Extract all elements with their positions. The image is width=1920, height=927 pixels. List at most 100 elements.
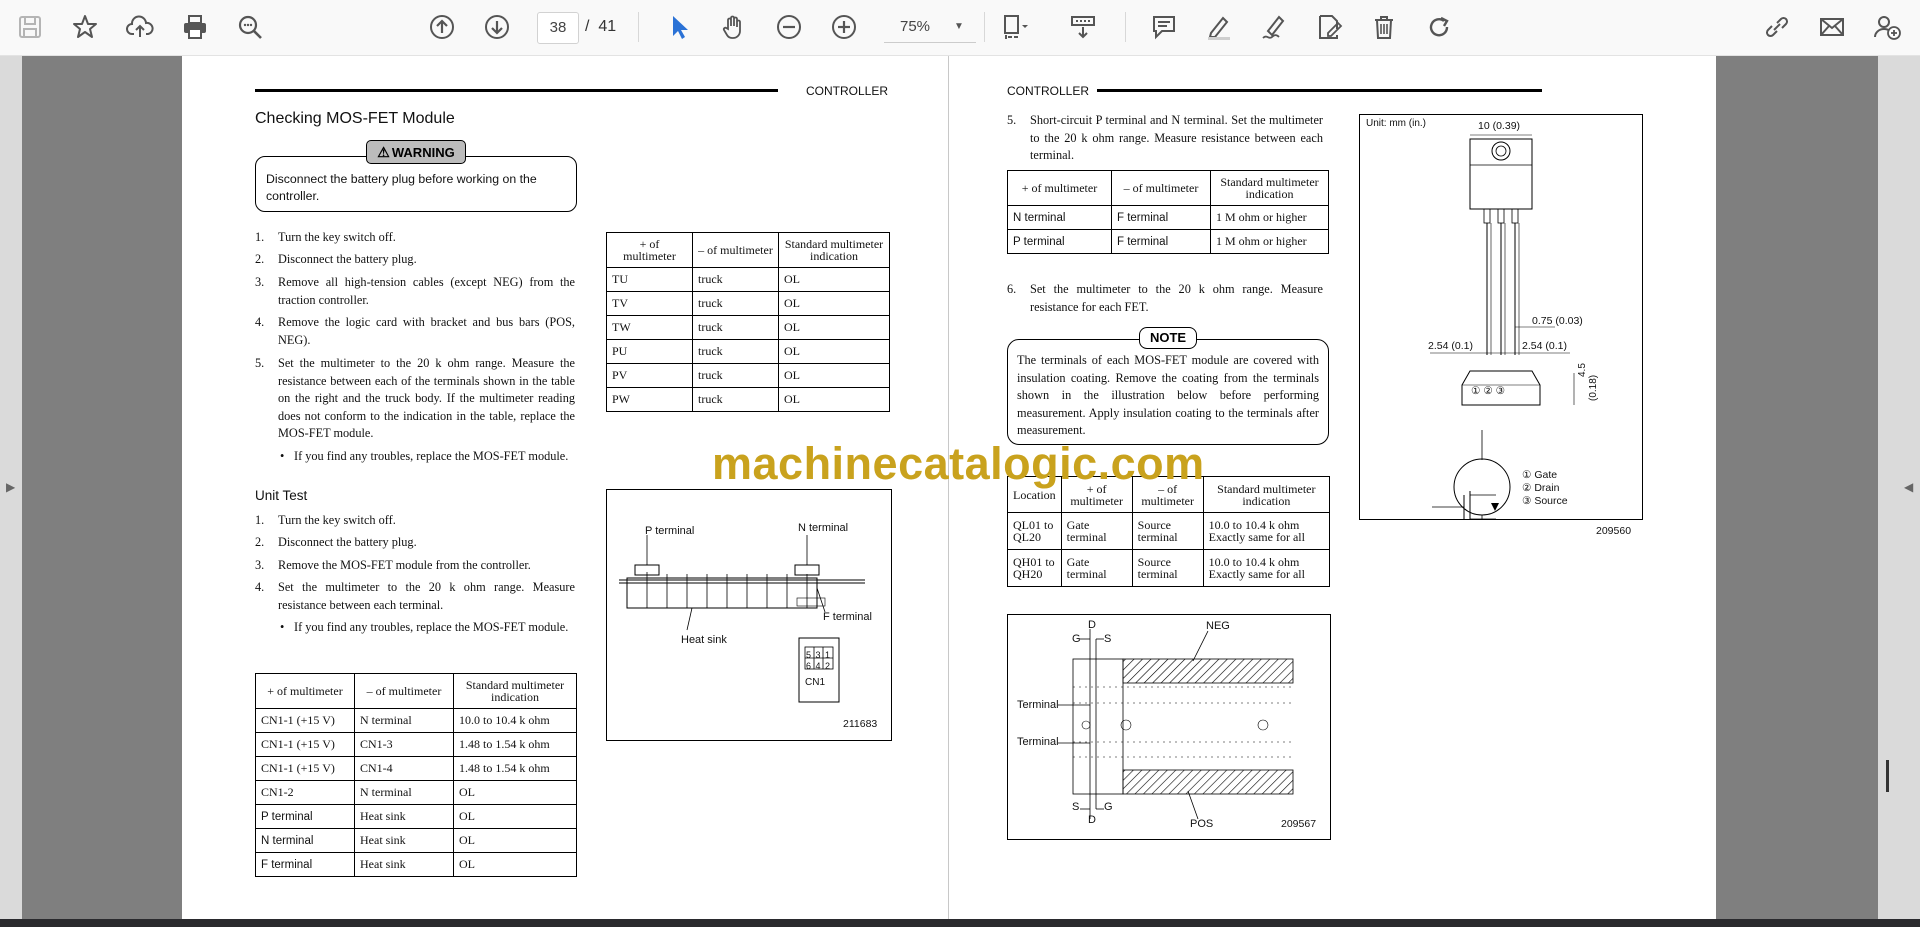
dim-height-inch-label: (0.18) [1588,374,1599,401]
step-item: 5. Short-circuit P terminal and N termina… [1007,113,1323,162]
page-fit-icon[interactable] [997,10,1031,44]
cn1-label: CN1 [805,677,826,688]
table-header: – of multimeter [354,673,454,709]
step-item: 1. Turn the key switch off. [255,513,396,527]
drain-legend: ② Drain [1522,482,1560,494]
source-bottom-label: S [1072,801,1080,813]
delete-trash-icon[interactable] [1367,10,1401,44]
step-item: 4. Set the multimeter to the 20 k ohm ran… [255,580,575,612]
toolbar-divider [1125,12,1126,42]
unit-test-title: Unit Test [255,488,308,503]
warning-label: WARNING [391,144,455,160]
heat-sink-label: Heat sink [681,634,727,646]
step-item: 3. Remove the MOS-FET module from the con… [255,558,531,572]
page-header: CONTROLLER [806,84,889,98]
terminal-truck-table: + of multimeter – of multimeter Standard… [606,232,890,412]
source-top-label: S [1104,633,1112,645]
short-circuit-table: + of multimeter – of multimeter Standard… [1007,170,1329,254]
table-row: CN1-2 N terminal OL [255,780,577,805]
table-row: PV truck OL [606,363,890,388]
warning-text: Disconnect the battery plug before worki… [266,172,537,203]
scroll-mode-icon[interactable] [1066,10,1100,44]
dim-height-label: 4.5 [1577,363,1588,377]
next-page-icon[interactable] [480,10,514,44]
note-badge: NOTE [1139,327,1197,349]
email-icon[interactable] [1815,10,1849,44]
add-user-icon[interactable] [1870,10,1904,44]
step-item: 6. Set the multimeter to the 20 k ohm ran… [1007,282,1323,314]
table-row: QL01 to QL20 Gate terminal Source terminal… [1007,512,1331,550]
p-terminal-label: P terminal [645,525,695,537]
step-item: 4. Remove the logic card with bracket and… [255,315,575,347]
zoom-out-icon[interactable] [772,10,806,44]
terminal-label: Terminal [1017,699,1059,711]
fet-package-figure: Unit: mm (in.) 10 (0.39) 0.75 (0.03) 2.5… [1359,114,1643,537]
table-header: + of multimeter [255,673,355,709]
toolbar-divider [984,12,985,42]
unit-label: Unit: mm (in.) [1366,118,1426,129]
table-row: PW truck OL [606,387,890,412]
table-header: – of multimeter [692,232,779,268]
fet-package-drawing [1430,134,1575,519]
dim-pin-width-label: 0.75 (0.03) [1532,315,1583,327]
table-header: Standard multimeter indication [1202,476,1331,513]
mosfet-module-figure: P terminal N terminal F terminal Heat si… [606,489,892,741]
table-row: CN1-1 (+15 V) N terminal 10.0 to 10.4 k oh… [255,708,577,733]
print-icon[interactable] [178,10,212,44]
drain-top-label: D [1088,619,1096,631]
page-total: / 41 [585,18,616,36]
edit-document-icon[interactable] [1312,10,1346,44]
bottom-bar [0,919,1920,927]
previous-page-icon[interactable] [425,10,459,44]
bookmark-star-icon[interactable] [68,10,102,44]
bullet-item: • If you find any troubles, replace the M… [280,449,569,463]
table-header: – of multimeter [1111,170,1211,206]
zoom-in-icon[interactable] [827,10,861,44]
zoom-value: 75% [900,18,931,35]
step-item: 1. Turn the key switch off. [255,230,396,244]
left-collapse-arrow-icon[interactable]: ▶ [6,480,15,494]
table-header: Standard multimeter indication [1210,170,1329,206]
table-row: P terminal F terminal 1 M ohm or higher [1007,229,1329,254]
draw-signature-icon[interactable] [1257,10,1291,44]
fet-measurement-table: Location + of multimeter – of multimeter… [1007,476,1331,587]
scrollbar-thumb[interactable] [1886,760,1889,792]
chevron-down-icon: ▼ [954,21,964,32]
terminal-layout-figure: D G S NEG Terminal Terminal S G D POS 20… [1007,614,1331,840]
zoom-select[interactable]: 75% ▼ [884,12,976,43]
save-icon[interactable] [13,10,47,44]
hand-tool-icon[interactable] [717,10,751,44]
figure-number: 211683 [843,718,878,730]
zoom-search-icon[interactable] [233,10,267,44]
total-pages: 41 [598,18,617,35]
select-cursor-icon[interactable] [662,10,696,44]
terminal-layout-drawing [1058,629,1294,820]
page-number-input[interactable]: 38 [537,12,579,44]
page-header: CONTROLLER [1007,84,1090,98]
figure-number: 209560 [1596,525,1632,537]
table-row: P terminal Heat sink OL [255,804,577,829]
unit-test-table: + of multimeter – of multimeter Standard… [255,673,577,877]
comment-icon[interactable] [1147,10,1181,44]
highlight-pen-icon[interactable] [1202,10,1236,44]
toolbar-divider [638,12,639,42]
section-title: Checking MOS-FET Module [255,110,455,127]
header-rule [1097,89,1542,92]
table-header: Standard multimeter indication [453,673,577,709]
gate-bottom-label: G [1104,801,1113,813]
upload-cloud-icon[interactable] [123,10,157,44]
toolbar: 38 / 41 75% ▼ [0,0,1920,56]
table-row: TW truck OL [606,315,890,340]
table-row: TV truck OL [606,291,890,316]
right-collapse-arrow-icon[interactable]: ◀ [1904,480,1913,494]
table-header: + of multimeter [1007,170,1112,206]
bullet-item: • If you find any troubles, replace the M… [280,620,569,634]
table-row: CN1-1 (+15 V) CN1-3 1.48 to 1.54 k ohm [255,732,577,757]
redo-icon[interactable] [1422,10,1456,44]
step-item: 2. Disconnect the battery plug. [255,252,417,266]
gate-legend: ① Gate [1522,469,1558,481]
n-terminal-label: N terminal [798,522,849,534]
dim-pitch-label: 2.54 (0.1) [1428,340,1473,352]
share-link-icon[interactable] [1760,10,1794,44]
pin-numbers: ① ② ③ [1471,385,1506,397]
